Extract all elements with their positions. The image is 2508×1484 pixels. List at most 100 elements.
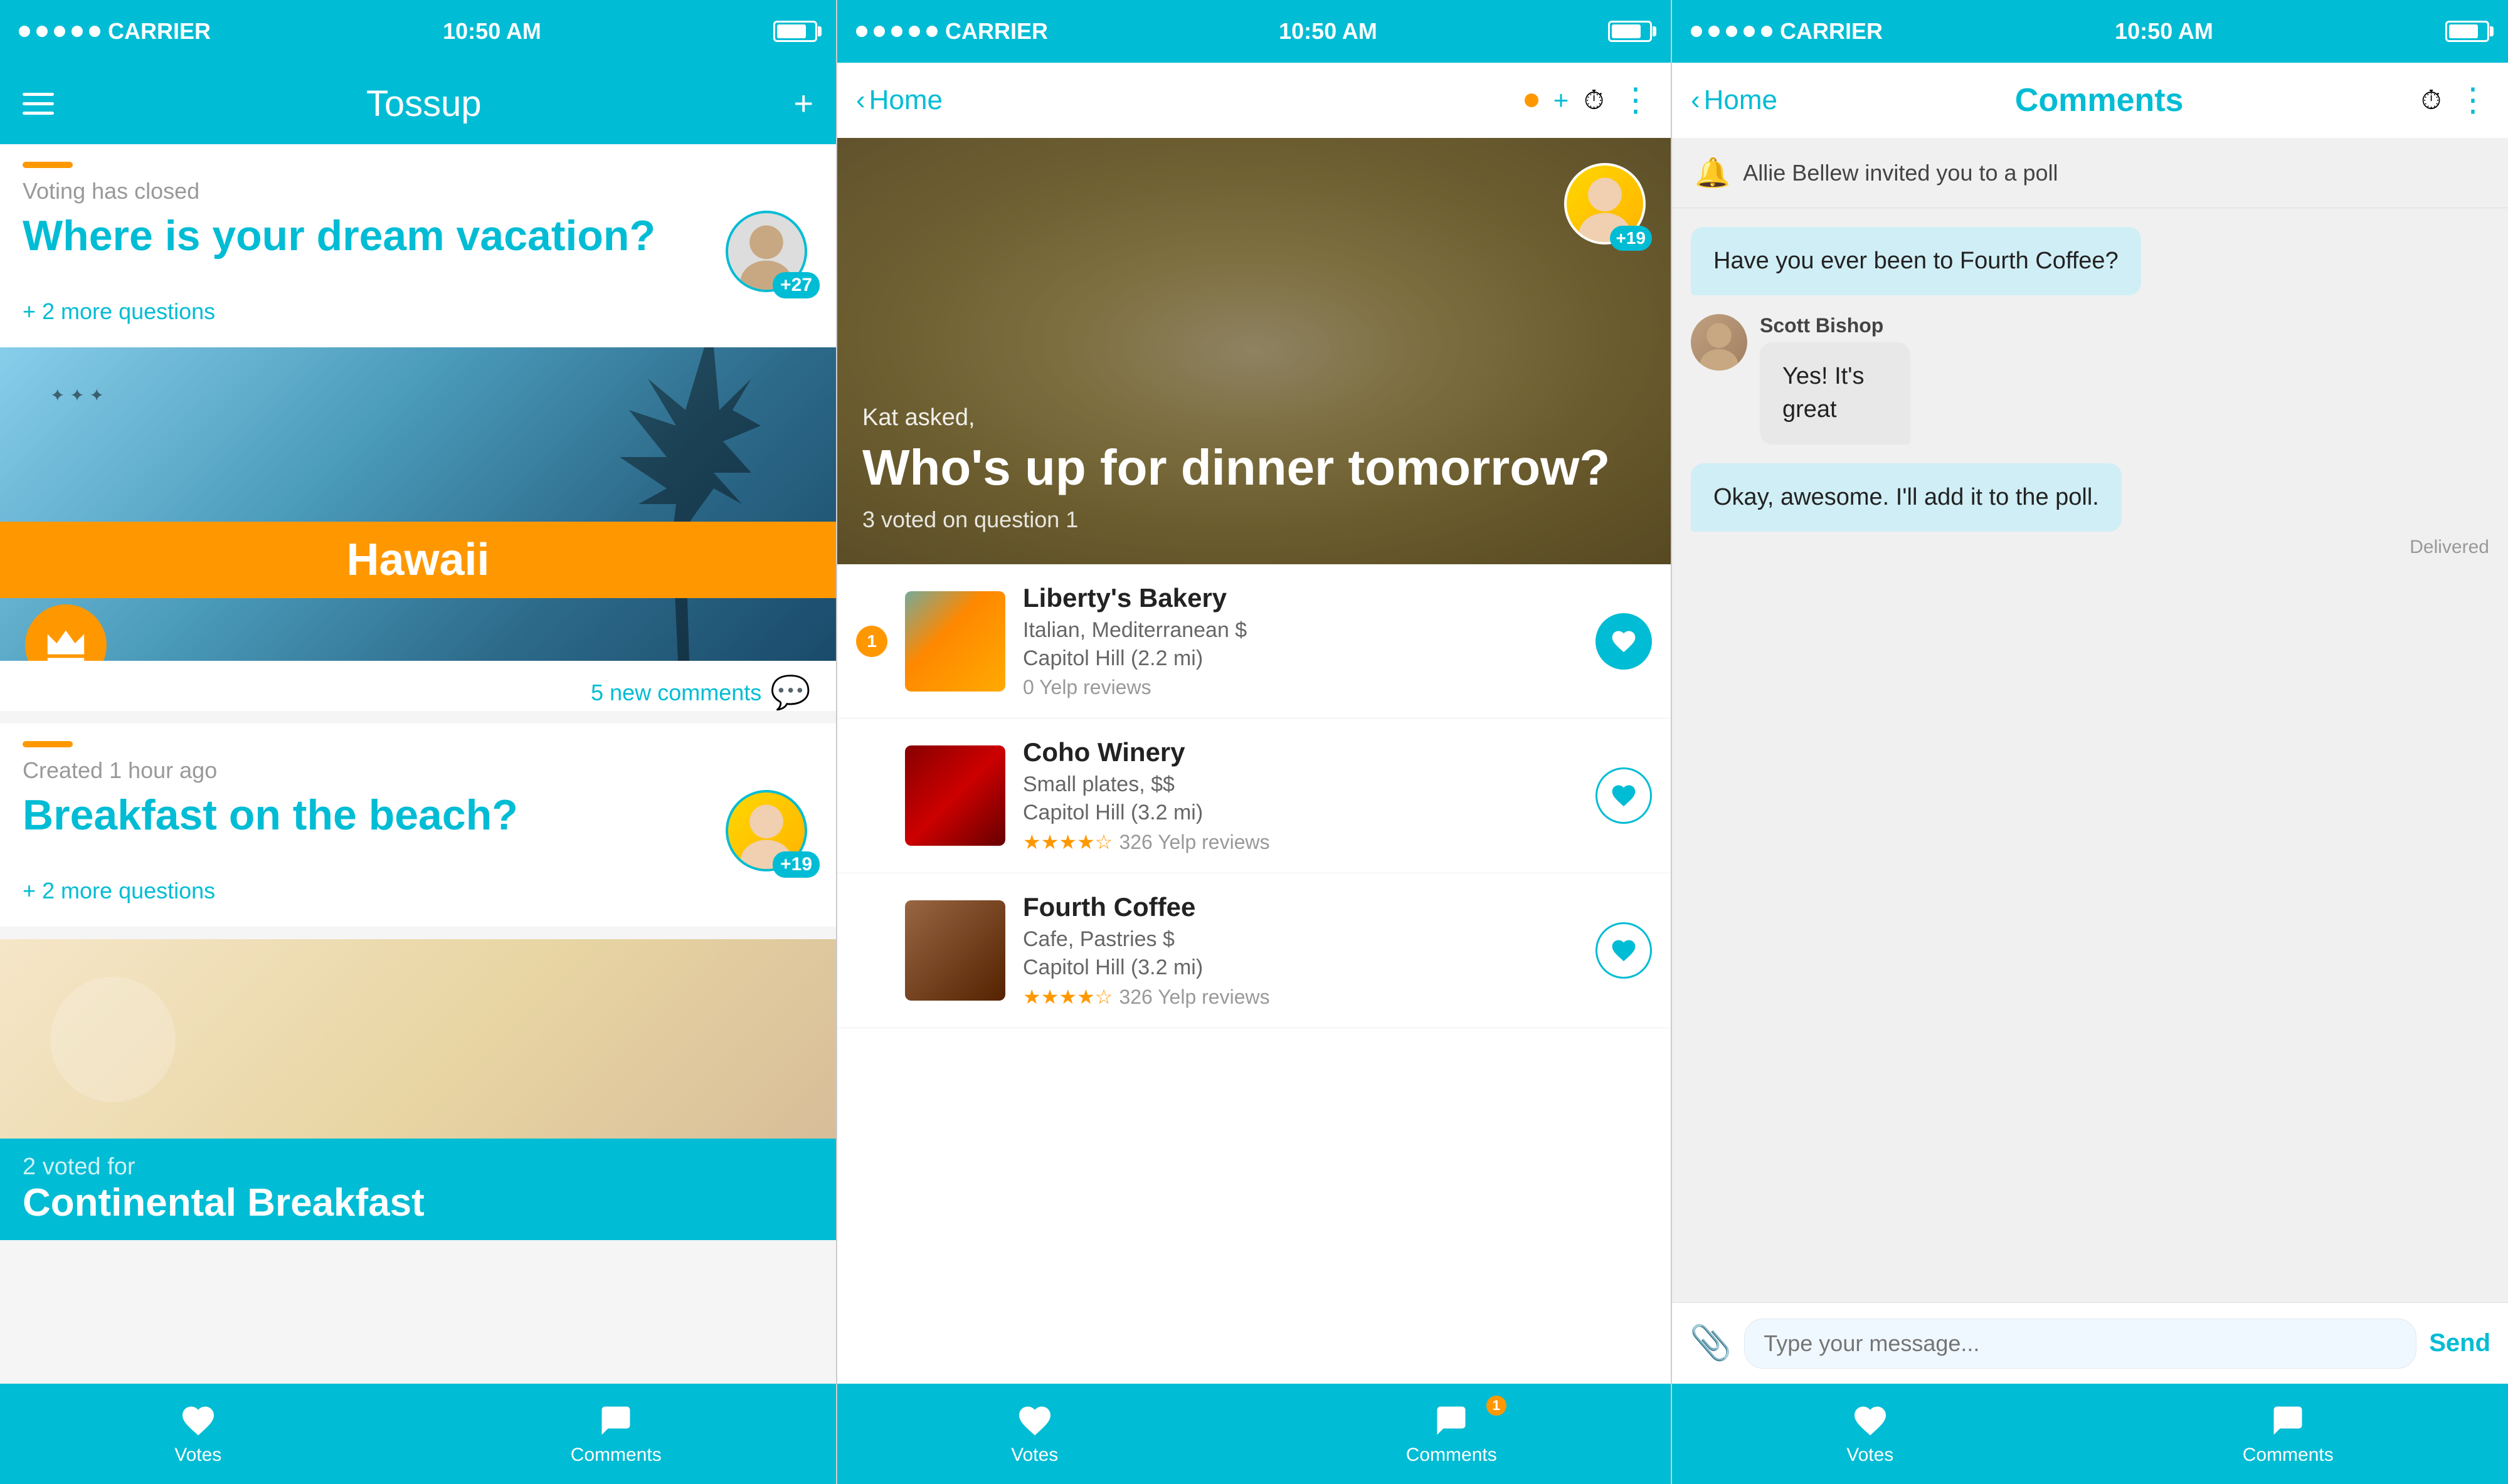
comments-label-2: Comments: [1406, 1445, 1497, 1466]
comments-label-1: Comments: [571, 1445, 662, 1466]
rest-stars-3: ★★★★☆: [1023, 985, 1113, 1009]
back-button-3[interactable]: ‹ Home: [1691, 85, 1777, 116]
restaurant-item-3[interactable]: Fourth Coffee Cafe, Pastries $ Capitol H…: [837, 873, 1671, 1028]
bubble-col-scott: Scott Bishop Yes! It's great: [1760, 314, 1948, 444]
chat-avatar-scott: [1691, 314, 1747, 371]
rest-type-1: Italian, Mediterranean $: [1023, 618, 1578, 643]
comments-badge: 1: [1486, 1396, 1506, 1416]
back-label-3: Home: [1704, 85, 1777, 116]
screen1: CARRIER 10:50 AM Tossup + Voting has clo…: [0, 0, 836, 1484]
message-input[interactable]: [1744, 1318, 2416, 1369]
rest-type-3: Cafe, Pastries $: [1023, 927, 1578, 952]
restaurant-item-1[interactable]: 1 Liberty's Bakery Italian, Mediterranea…: [837, 564, 1671, 718]
screen3: CARRIER 10:50 AM ‹ Home Comments ⏱ ⋮ 🔔 A…: [1672, 0, 2508, 1484]
bubble-received-1: Have you ever been to Fourth Coffee?: [1691, 227, 2141, 295]
rest-reviews-2: 326 Yelp reviews: [1119, 831, 1269, 854]
hawaii-image[interactable]: ✦ ✦ ✦ Hawaii: [0, 347, 836, 661]
restaurant-item-2[interactable]: Coho Winery Small plates, $$ Capitol Hil…: [837, 718, 1671, 873]
time-label-3: 10:50 AM: [2115, 18, 2213, 45]
signal-dots: [19, 26, 100, 37]
app-title: Tossup: [366, 83, 482, 125]
battery-icon-3: [2445, 21, 2489, 42]
voted-card[interactable]: 2 voted for Continental Breakfast: [0, 939, 836, 1240]
bubble-sent: Okay, awesome. I'll add it to the poll.: [1691, 463, 2122, 532]
add-button[interactable]: +: [793, 84, 813, 123]
sender-name: Scott Bishop: [1760, 314, 1948, 337]
battery-icon-2: [1608, 21, 1652, 42]
bubble-received-2: Yes! It's great: [1760, 342, 1910, 444]
bottom-nav-2: Votes 1 Comments: [837, 1384, 1671, 1484]
avatar-count-2: +19: [773, 851, 820, 878]
nav-bar-2: ‹ Home + ⏱ ⋮: [837, 63, 1671, 138]
voted-title: Continental Breakfast: [23, 1181, 813, 1225]
comments-text[interactable]: 5 new comments: [591, 680, 761, 706]
comment-bubble-icon: 💬: [770, 673, 811, 712]
notification-bar: 🔔 Allie Bellew invited you to a poll: [1672, 138, 2508, 208]
votes-label-2: Votes: [1011, 1445, 1058, 1466]
rest-location-1: Capitol Hill (2.2 mi): [1023, 646, 1578, 671]
more-icon[interactable]: ⋮: [1619, 82, 1652, 119]
rest-location-2: Capitol Hill (3.2 mi): [1023, 801, 1578, 825]
poll-card-2: Created 1 hour ago Breakfast on the beac…: [0, 724, 836, 927]
nav-votes-1[interactable]: Votes: [174, 1402, 221, 1466]
bottom-nav-3: Votes Comments: [1672, 1384, 2508, 1484]
poll-question-2[interactable]: Breakfast on the beach?: [23, 790, 726, 841]
screen2: CARRIER 10:50 AM ‹ Home + ⏱ ⋮ Kat asked,…: [836, 0, 1672, 1484]
nav-comments-2[interactable]: 1 Comments: [1406, 1402, 1497, 1466]
attach-icon[interactable]: 📎: [1690, 1323, 1732, 1363]
nav-votes-3[interactable]: Votes: [1846, 1402, 1893, 1466]
more-questions[interactable]: + 2 more questions: [23, 298, 813, 337]
poll-avatar: +27: [726, 211, 813, 298]
poll-avatar-2: +19: [726, 790, 813, 878]
card-spacer: 5 new comments 💬: [0, 661, 836, 711]
nav-comments-1[interactable]: Comments: [571, 1402, 662, 1466]
chevron-left-icon-3: ‹: [1691, 85, 1700, 116]
menu-button[interactable]: [23, 93, 54, 115]
bottom-nav-1: Votes Comments: [0, 1384, 836, 1484]
content-1: Voting has closed Where is your dream va…: [0, 144, 836, 1384]
nav-bar-1: Tossup +: [0, 63, 836, 144]
rest-info-2: Coho Winery Small plates, $$ Capitol Hil…: [1023, 737, 1578, 854]
nav-votes-2[interactable]: Votes: [1011, 1402, 1058, 1466]
back-button-2[interactable]: ‹ Home: [856, 85, 943, 116]
comments-label-3: Comments: [2243, 1445, 2334, 1466]
more-questions-2[interactable]: + 2 more questions: [23, 878, 813, 917]
carrier-label-2: CARRIER: [945, 18, 1048, 45]
heart-button-2[interactable]: [1595, 767, 1652, 824]
more-icon-3[interactable]: ⋮: [2457, 82, 2489, 119]
signal-dots-3: [1691, 26, 1772, 37]
bell-icon: 🔔: [1695, 155, 1730, 190]
rest-name-2: Coho Winery: [1023, 737, 1578, 767]
created-indicator: [23, 741, 73, 747]
add-icon-2[interactable]: +: [1553, 85, 1569, 115]
poll-question-text[interactable]: Where is your dream vacation?: [23, 211, 726, 262]
heart-button-3[interactable]: [1595, 922, 1652, 979]
heart-button-1[interactable]: [1595, 613, 1652, 670]
nav-bar-3: ‹ Home Comments ⏱ ⋮: [1672, 63, 2508, 138]
hero-vote: 3 voted on question 1: [862, 507, 1646, 533]
status-bar-2: CARRIER 10:50 AM: [837, 0, 1671, 63]
status-indicator: [23, 162, 73, 168]
send-button[interactable]: Send: [2429, 1329, 2490, 1357]
created-status: Created 1 hour ago: [23, 757, 813, 784]
poll-card-1: Voting has closed Where is your dream va…: [0, 144, 836, 711]
time-label: 10:50 AM: [443, 18, 541, 45]
hawaii-label: Hawaii: [0, 522, 836, 598]
rest-name-1: Liberty's Bakery: [1023, 583, 1578, 613]
hero-image: Kat asked, Who's up for dinner tomorrow?…: [837, 138, 1671, 564]
poll-status: Voting has closed: [23, 178, 813, 204]
orange-dot: [1525, 93, 1538, 107]
nav-comments-3[interactable]: Comments: [2243, 1402, 2334, 1466]
message-1: Have you ever been to Fourth Coffee?: [1691, 227, 2489, 295]
rest-image-1: [905, 591, 1005, 692]
hawaii-name: Hawaii: [346, 535, 489, 585]
hero-overlay: Kat asked, Who's up for dinner tomorrow?…: [837, 138, 1671, 564]
chat-input-area: 📎 Send: [1672, 1302, 2508, 1384]
rest-rank-1: 1: [856, 626, 887, 657]
delivered-text: Delivered: [2410, 537, 2489, 558]
timer-icon[interactable]: ⏱: [1584, 85, 1604, 116]
hero-title: Who's up for dinner tomorrow?: [862, 439, 1646, 497]
votes-label-3: Votes: [1846, 1445, 1893, 1466]
restaurant-list: 1 Liberty's Bakery Italian, Mediterranea…: [837, 564, 1671, 1384]
timer-icon-3[interactable]: ⏱: [2421, 85, 2442, 116]
